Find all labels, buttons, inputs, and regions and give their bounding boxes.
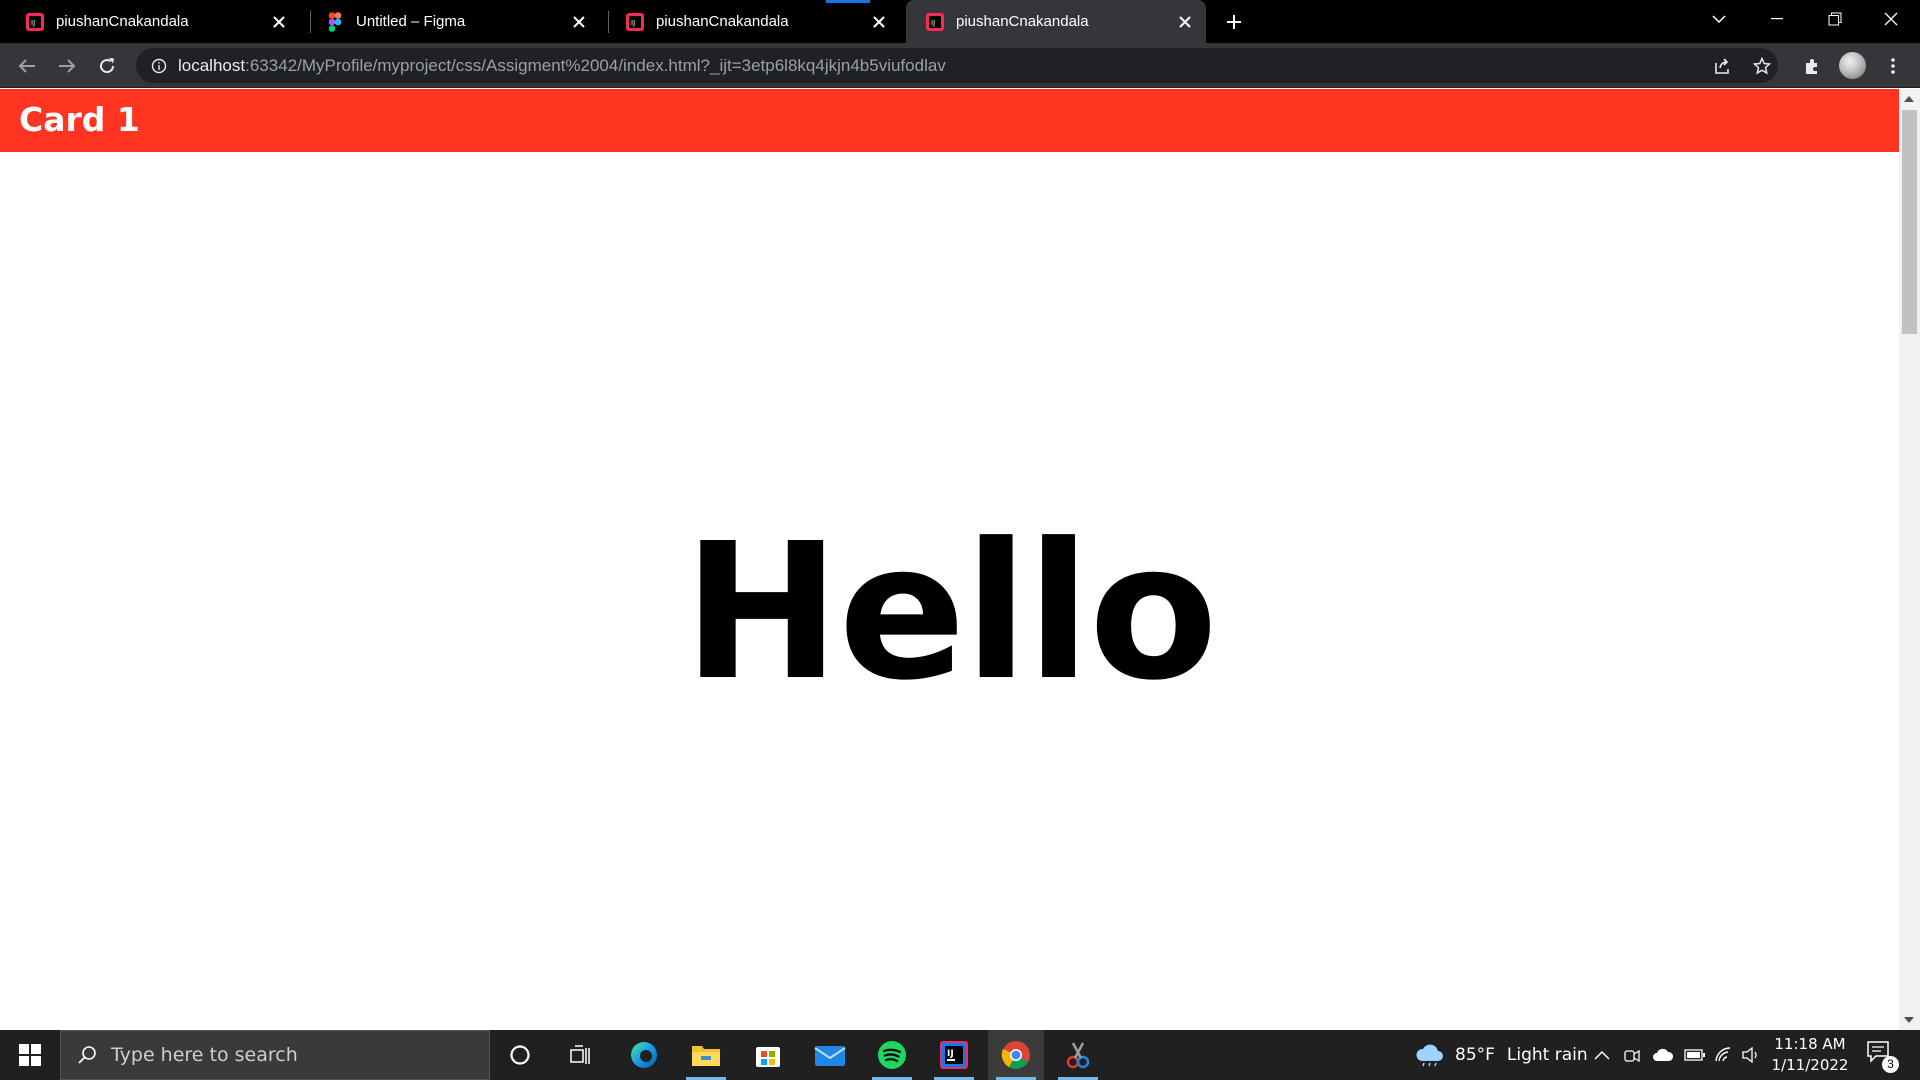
more-menu-icon[interactable] bbox=[1878, 51, 1908, 81]
minimize-button[interactable] bbox=[1748, 0, 1806, 38]
scroll-thumb[interactable] bbox=[1902, 110, 1917, 334]
close-window-button[interactable] bbox=[1862, 0, 1920, 38]
intellij-icon: IJ bbox=[924, 11, 946, 33]
battery-icon[interactable] bbox=[1684, 1030, 1706, 1080]
weather-widget[interactable]: 85°F Light rain bbox=[1414, 1030, 1588, 1080]
svg-text:IJ: IJ bbox=[931, 19, 935, 27]
profile-avatar[interactable] bbox=[1839, 52, 1866, 79]
snip-icon[interactable] bbox=[1050, 1030, 1106, 1080]
spotify-icon[interactable] bbox=[864, 1030, 920, 1080]
volume-icon[interactable] bbox=[1742, 1030, 1760, 1080]
search-icon bbox=[75, 1043, 99, 1067]
intellij-icon: IJ bbox=[624, 11, 646, 33]
extensions-icon[interactable] bbox=[1797, 51, 1827, 81]
hello-heading: Hello bbox=[683, 503, 1218, 722]
system-clock[interactable]: 11:18 AM 1/11/2022 bbox=[1760, 1034, 1860, 1076]
cortana-icon[interactable] bbox=[492, 1030, 548, 1080]
meet-now-icon[interactable] bbox=[1624, 1030, 1640, 1080]
intellij-icon: IJ bbox=[24, 11, 46, 33]
card-header: Card 1 bbox=[0, 89, 1899, 152]
onedrive-icon[interactable] bbox=[1652, 1030, 1674, 1080]
url-text[interactable]: localhost:63342/MyProfile/myproject/css/… bbox=[178, 56, 946, 76]
clock-time: 11:18 AM bbox=[1774, 1035, 1846, 1053]
reload-button[interactable] bbox=[92, 51, 122, 81]
start-button[interactable] bbox=[0, 1030, 60, 1080]
svg-text:IJ: IJ bbox=[947, 1049, 954, 1059]
site-info-icon[interactable] bbox=[148, 55, 170, 77]
close-icon[interactable] bbox=[268, 11, 290, 33]
tab-strip: IJ piushanCnakandala Untitled – Figma IJ… bbox=[0, 0, 1920, 43]
tab-title: piushanCnakandala bbox=[656, 13, 789, 30]
tab-4-active[interactable]: IJ piushanCnakandala bbox=[906, 0, 1206, 43]
tab-search-button[interactable] bbox=[1690, 0, 1748, 38]
show-hidden-icons-button[interactable] bbox=[1594, 1030, 1610, 1080]
address-bar[interactable]: localhost:63342/MyProfile/myproject/css/… bbox=[136, 48, 1778, 83]
tab-title: piushanCnakandala bbox=[956, 13, 1089, 30]
close-icon[interactable] bbox=[568, 11, 590, 33]
clock-date: 1/11/2022 bbox=[1771, 1056, 1849, 1074]
back-button[interactable] bbox=[12, 51, 42, 81]
scroll-down-arrow[interactable] bbox=[1904, 1017, 1914, 1023]
windows-logo-icon bbox=[19, 1044, 41, 1066]
figma-icon bbox=[324, 11, 346, 33]
windows-taskbar: Type here to search IJ 85°F Light rain 1… bbox=[0, 1030, 1920, 1080]
mail-icon[interactable] bbox=[802, 1030, 858, 1080]
file-explorer-icon[interactable] bbox=[678, 1030, 734, 1080]
cloud-rain-icon bbox=[1416, 1044, 1443, 1067]
restore-button[interactable] bbox=[1806, 0, 1864, 38]
taskbar-search-box[interactable]: Type here to search bbox=[60, 1030, 490, 1080]
url-path: :63342/MyProfile/myproject/css/Assigment… bbox=[245, 56, 946, 75]
chrome-icon[interactable] bbox=[988, 1030, 1044, 1080]
tab-2[interactable]: Untitled – Figma bbox=[300, 0, 600, 43]
tab-1[interactable]: IJ piushanCnakandala bbox=[0, 0, 300, 43]
search-placeholder: Type here to search bbox=[111, 1044, 298, 1066]
edge-icon[interactable] bbox=[616, 1030, 672, 1080]
svg-text:IJ: IJ bbox=[631, 19, 635, 27]
forward-button[interactable] bbox=[52, 51, 82, 81]
tab-title: Untitled – Figma bbox=[356, 13, 466, 30]
web-page: Card 1 Hello bbox=[0, 89, 1899, 1030]
tab-3[interactable]: IJ piushanCnakandala bbox=[600, 0, 900, 43]
wifi-icon[interactable] bbox=[1714, 1030, 1732, 1080]
bookmark-star-icon[interactable] bbox=[1750, 54, 1774, 78]
weather-temp: 85°F bbox=[1455, 1045, 1495, 1065]
close-icon[interactable] bbox=[1174, 11, 1196, 33]
page-scrollbar[interactable] bbox=[1899, 89, 1920, 1030]
task-view-icon[interactable] bbox=[552, 1030, 608, 1080]
close-icon[interactable] bbox=[868, 11, 890, 33]
url-host: localhost bbox=[178, 56, 246, 75]
store-icon[interactable] bbox=[740, 1030, 796, 1080]
share-icon[interactable] bbox=[1710, 54, 1734, 78]
weather-desc: Light rain bbox=[1506, 1045, 1588, 1065]
tab-title: piushanCnakandala bbox=[56, 13, 189, 30]
scroll-up-arrow[interactable] bbox=[1904, 96, 1914, 102]
browser-toolbar: localhost:63342/MyProfile/myproject/css/… bbox=[0, 43, 1920, 88]
svg-text:IJ: IJ bbox=[31, 19, 35, 27]
intellij-icon[interactable]: IJ bbox=[926, 1030, 982, 1080]
notification-count-badge: 3 bbox=[1882, 1056, 1899, 1073]
card-title: Card 1 bbox=[19, 100, 140, 139]
new-tab-button[interactable] bbox=[1220, 8, 1248, 36]
